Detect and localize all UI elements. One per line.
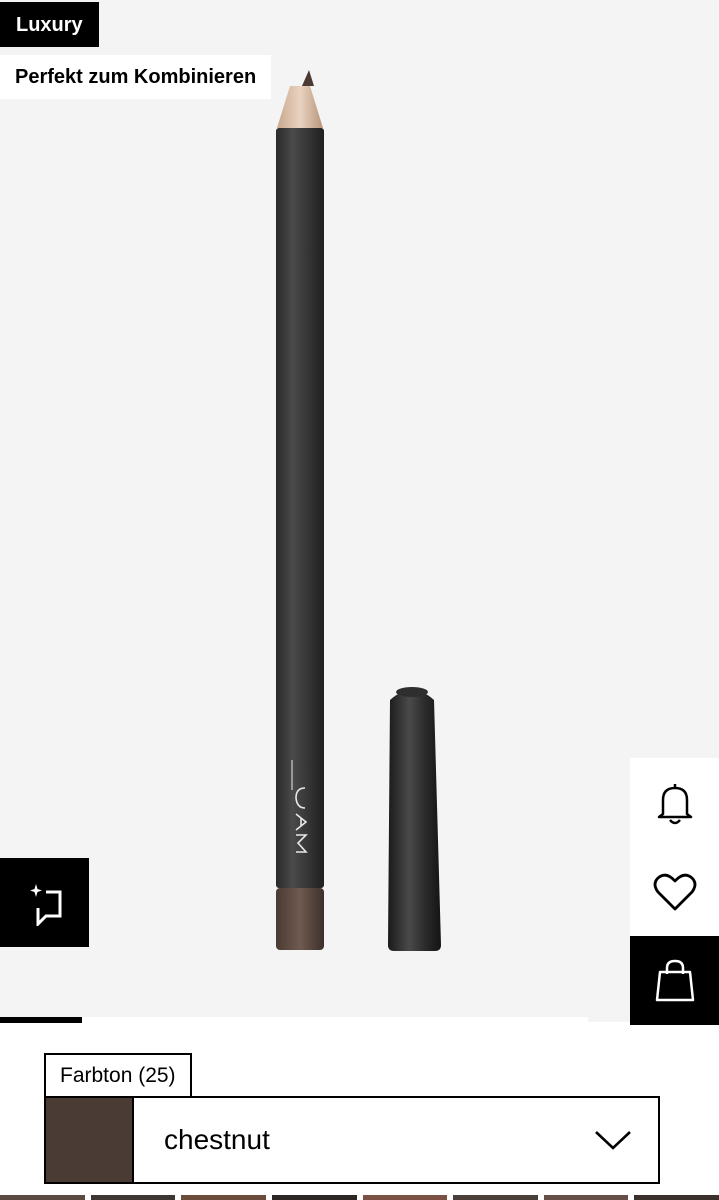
gallery-progress [0, 1017, 588, 1023]
pencil-lead [302, 70, 314, 86]
shade-swatch-row [0, 1195, 719, 1200]
combine-badge: Perfekt zum Kombinieren [0, 55, 272, 99]
combine-badge-label: Perfekt zum Kombinieren [15, 65, 257, 88]
chevron-down-icon [594, 1129, 632, 1151]
shade-swatch[interactable] [634, 1195, 719, 1200]
pencil-cap [388, 690, 441, 951]
shade-selector[interactable]: chestnut [44, 1096, 660, 1184]
shade-swatch[interactable] [90, 1195, 176, 1200]
heart-icon [653, 873, 696, 910]
shade-count-label: Farbton (25) [60, 1064, 176, 1087]
pencil-end [276, 888, 324, 950]
pencil-tip-wood [277, 86, 323, 128]
add-to-bag-button[interactable] [630, 936, 719, 1025]
shade-swatch[interactable] [181, 1195, 266, 1200]
shade-swatch[interactable] [0, 1195, 85, 1200]
sparkle-chat-icon [29, 883, 61, 926]
action-sidebar [630, 758, 719, 1025]
shade-swatch[interactable] [271, 1195, 357, 1200]
pencil-barrel [276, 128, 324, 888]
notify-button[interactable] [630, 758, 719, 847]
shade-count-tab: Farbton (25) [44, 1053, 192, 1097]
bell-icon [657, 783, 692, 824]
luxury-badge-label: Luxury [16, 13, 83, 36]
ai-assistant-button[interactable] [0, 858, 89, 947]
shade-swatch[interactable] [453, 1195, 538, 1200]
selected-shade-name: chestnut [164, 1124, 270, 1155]
wishlist-button[interactable] [630, 847, 719, 936]
shade-swatch[interactable] [543, 1195, 629, 1200]
shade-swatch[interactable] [362, 1195, 448, 1200]
selected-shade-swatch [46, 1098, 134, 1182]
gallery-progress-fill [0, 1017, 83, 1023]
shopping-bag-icon [655, 959, 694, 1001]
luxury-badge: Luxury [0, 2, 99, 47]
product-image [276, 70, 441, 951]
product-image-area [0, 0, 719, 1022]
